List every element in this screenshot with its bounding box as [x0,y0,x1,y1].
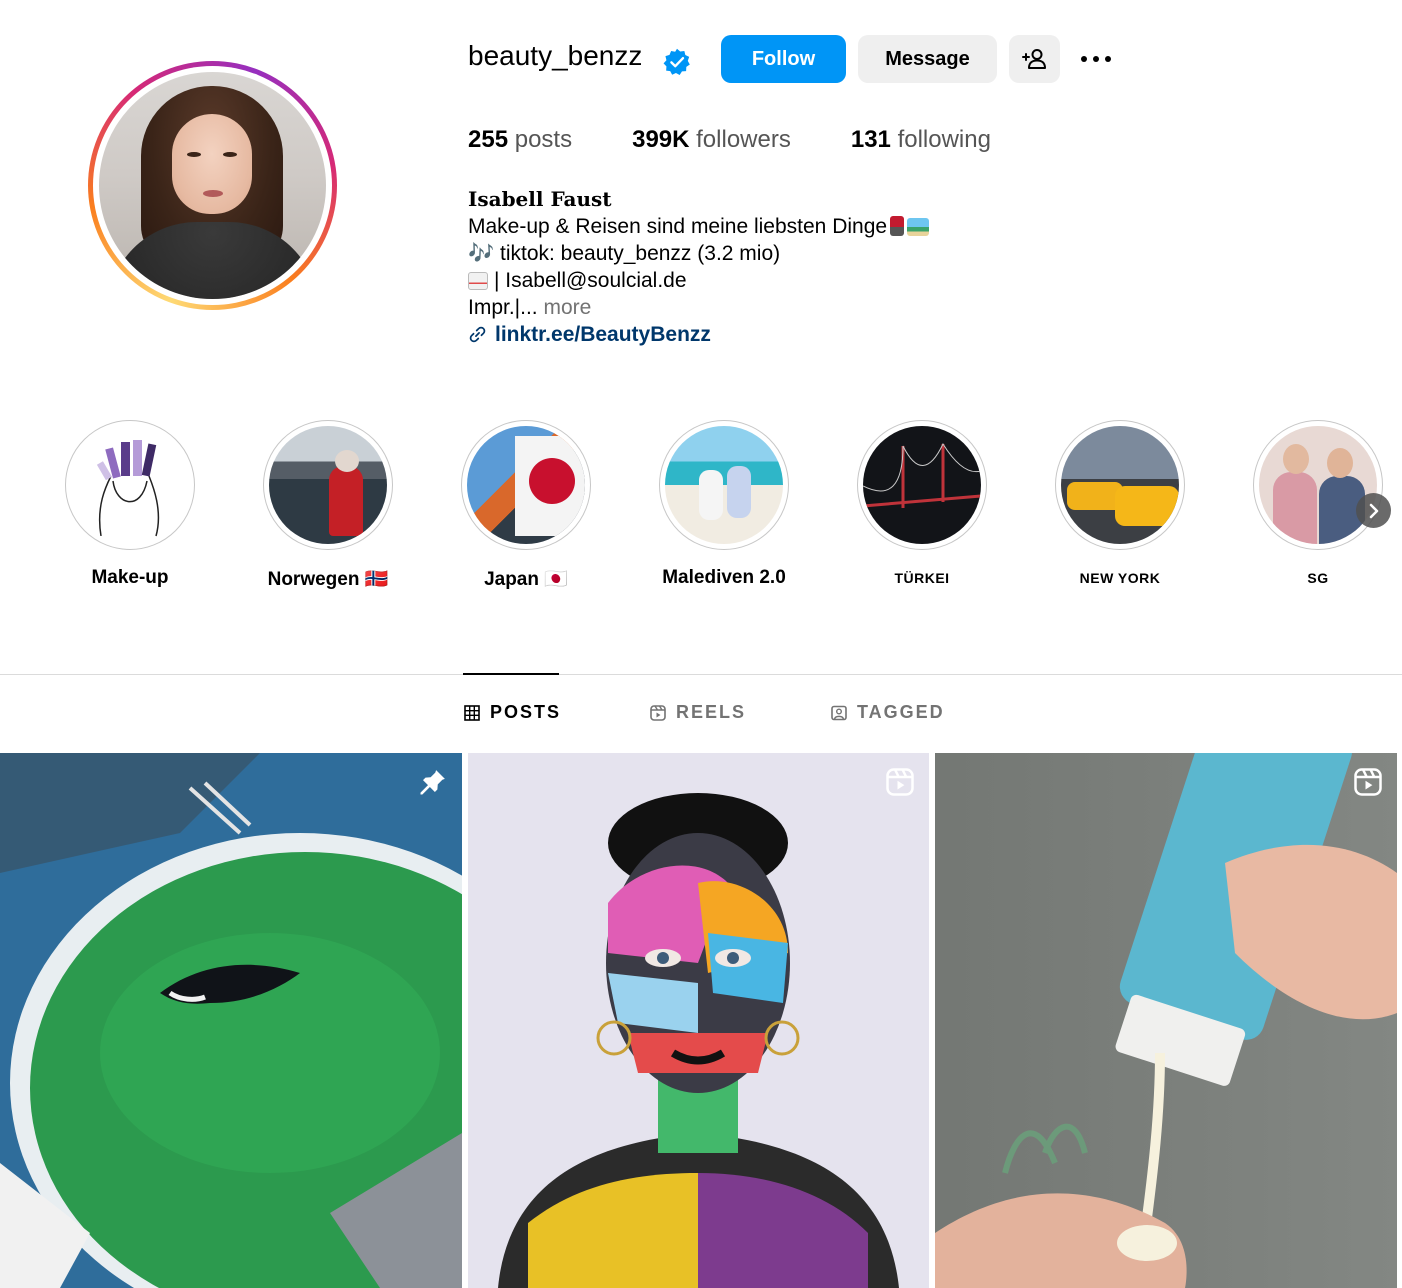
beach-picture-icon [907,218,930,236]
tab-reels[interactable]: REELS [650,702,746,723]
bio-line: Impr.|... more [468,296,592,319]
bio-more-link[interactable]: more [543,296,591,319]
avatar-image [99,72,326,299]
highlight-label: SG [1307,570,1329,586]
following-stat[interactable]: 131 following [851,126,991,154]
profile-tabs: POSTS REELS TAGGED [0,702,1402,728]
more-options-icon[interactable] [1078,48,1114,70]
reel-icon [1354,768,1382,796]
external-link[interactable]: linktr.ee/BeautyBenzz [468,321,929,348]
link-icon [469,326,486,343]
add-user-icon [1021,49,1046,69]
highlight-label: Make-up [91,567,169,588]
chevron-right-icon [1369,503,1378,518]
posts-stat: 255 posts [468,126,573,153]
post-thumbnail[interactable] [935,753,1397,1288]
reels-icon [650,704,666,721]
bio-line: Make-up & Reisen sind meine liebsten Din… [468,213,930,240]
profile-avatar[interactable] [88,61,337,310]
bio-line: | Isabell@soulcial.de [468,267,929,294]
message-button[interactable]: Message [858,35,997,83]
verified-badge-icon [663,48,690,75]
highlight-norwegen[interactable]: Norwegen 🇳🇴 [238,420,418,591]
post-thumbnail[interactable] [0,753,462,1288]
makeup-sketch-image [96,440,160,537]
reel-icon [886,768,914,796]
followers-stat[interactable]: 399K followers [632,126,791,154]
highlight-malediven[interactable]: Malediven 2.0 [634,420,814,589]
highlight-turkei[interactable]: TÜRKEI [832,420,1012,586]
tab-posts[interactable]: POSTS [464,702,561,723]
profile-username: beauty_benzz [468,40,643,71]
follow-button[interactable]: Follow [721,35,846,83]
pin-icon [420,770,445,795]
full-name: Isabell Faust [468,187,612,211]
highlight-japan[interactable]: Japan 🇯🇵 [436,420,616,591]
tab-tagged[interactable]: TAGGED [831,702,945,723]
tagged-icon [831,705,847,720]
highlight-make-up[interactable]: Make-up [40,420,220,589]
highlight-label: Malediven 2.0 [662,567,786,588]
active-tab-indicator [463,673,559,675]
highlight-new-york[interactable]: NEW YORK [1030,420,1210,586]
suggested-users-button[interactable] [1009,35,1060,83]
tabs-divider [0,674,1402,675]
envelope-icon [468,272,488,290]
profile-stats: 255 posts 399K followers 131 following [468,126,1051,154]
highlight-label: Japan 🇯🇵 [484,569,568,590]
highlight-label: NEW YORK [1079,570,1161,586]
bio-line: 🎶 tiktok: beauty_benzz (3.2 mio) [468,242,781,265]
post-thumbnail[interactable] [468,753,929,1288]
highlight-label: TÜRKEI [894,570,950,586]
grid-icon [464,704,480,721]
story-highlights: Make-up Norwegen 🇳🇴 Japan 🇯🇵 Malediven 2… [0,420,1402,600]
face-paint-image [468,753,929,1288]
sunscreen-product-image [935,753,1397,1288]
highlight-label: Norwegen 🇳🇴 [267,569,389,590]
lipstick-icon [890,216,905,236]
orca-pool-image [0,753,462,1288]
profile-bio: Isabell Faust Make-up & Reisen sind mein… [468,186,930,348]
highlights-next-button[interactable] [1356,493,1391,528]
bridge-night-image [863,442,981,508]
